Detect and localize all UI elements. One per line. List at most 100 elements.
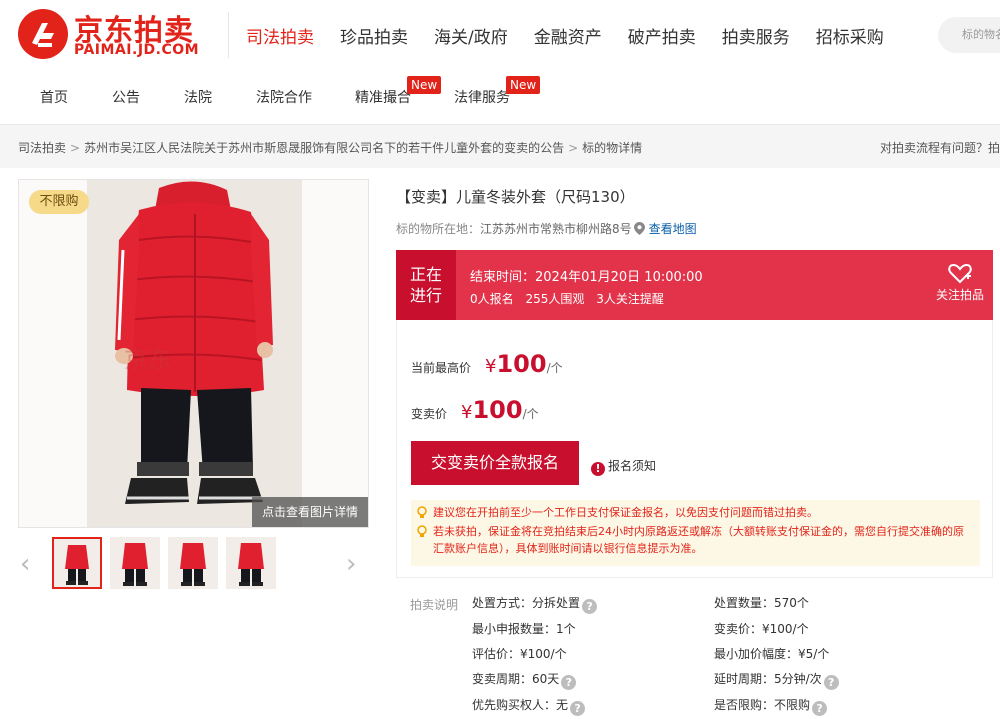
currency-symbol: ¥	[461, 402, 473, 423]
map-pin-icon	[633, 222, 645, 235]
subnav-precise-matching-label: 精准撮合	[355, 90, 411, 106]
nav-auction-service[interactable]: 拍卖服务	[722, 23, 790, 48]
auction-help-link[interactable]: 对拍卖流程有问题？拍	[880, 139, 1000, 156]
subnav-legal-service-label: 法律服务	[454, 90, 510, 106]
breadcrumb-judicial-auction[interactable]: 司法拍卖	[18, 141, 66, 155]
current-price-value: 100	[496, 350, 547, 378]
detail-text: 是否限购：不限购	[714, 698, 811, 712]
view-map-link[interactable]: 查看地图	[649, 222, 697, 236]
thumbnail-3[interactable]	[168, 537, 218, 589]
thumbnail-1[interactable]	[52, 537, 102, 589]
subnav-announcements[interactable]: 公告	[112, 87, 140, 107]
subnav-courts[interactable]: 法院	[184, 87, 212, 107]
new-badge: New	[506, 76, 541, 94]
header-divider	[228, 12, 229, 58]
detail-min-increment: 最小加价幅度：¥5/个	[714, 645, 829, 662]
subnav-precise-matching[interactable]: 精准撮合 New	[355, 76, 442, 107]
nav-judicial-auction[interactable]: 司法拍卖	[246, 23, 314, 48]
nav-tender-procurement[interactable]: 招标采购	[816, 23, 884, 48]
location-label: 标的物所在地：	[396, 222, 481, 236]
detail-text: 延时周期：5分钟/次	[714, 672, 822, 686]
top-header: 京东拍卖 PAIMAI.JD.COM 司法拍卖 珍品拍卖 海关/政府 金融资产 …	[0, 0, 1000, 70]
current-price-label: 当前最高价	[411, 361, 472, 375]
item-title: 【变卖】儿童冬装外套（尺码130）	[396, 188, 635, 206]
breadcrumb-announcement[interactable]: 苏州市吴江区人民法院关于苏州市斯恩晟服饰有限公司名下的若干件儿童外套的变卖的公告	[84, 141, 564, 155]
nav-financial-assets[interactable]: 金融资产	[534, 23, 602, 48]
breadcrumb-separator: >	[568, 141, 579, 155]
signup-notice-link[interactable]: ! 报名须知	[591, 457, 656, 476]
purchase-limit-badge: 不限购	[29, 190, 89, 214]
help-icon[interactable]: ?	[582, 599, 598, 614]
auction-details: 拍卖说明 处置方式：分拆处置? 最小申报数量：1个 评估价：¥100/个 变卖周…	[396, 592, 993, 719]
thumbnail-2[interactable]	[110, 537, 160, 589]
price-unit: /个	[522, 407, 539, 421]
detail-appraisal-price: 评估价：¥100/个	[472, 645, 567, 662]
sub-nav: 首页 公告 法院 法院合作 精准撮合 New 法律服务 New	[0, 70, 1000, 122]
jd-paimai-logo[interactable]: 京东拍卖 PAIMAI.JD.COM	[18, 9, 218, 61]
auction-status: 正在 进行	[396, 250, 456, 320]
thumbnail-prev-arrow-icon[interactable]: ‹	[20, 549, 30, 579]
detail-text: 评估价：¥100/个	[472, 647, 567, 661]
image-watermark: 京东	[124, 346, 172, 374]
detail-text: 变卖周期：60天	[472, 672, 560, 686]
tip-text: 建议您在开拍前至少一个工作日支付保证金报名，以免因支付问题而错过拍卖。	[433, 506, 818, 519]
exclamation-icon: !	[591, 462, 605, 476]
search-input[interactable]: 标的物名	[938, 17, 1000, 53]
tip-item: 若未获拍，保证金将在竞拍结束后24小时内原路返还或解冻（大额转账支付保证金的，需…	[417, 523, 972, 557]
main-product-image[interactable]: 不限购 京东 点击查看图片详情	[18, 179, 369, 528]
product-photo	[19, 180, 368, 527]
follow-label: 关注拍品	[935, 288, 984, 302]
price-unit: /个	[546, 361, 563, 375]
nav-customs-government[interactable]: 海关/政府	[434, 23, 508, 48]
logo-text-en: PAIMAI.JD.COM	[74, 42, 200, 58]
subnav-court-cooperation[interactable]: 法院合作	[256, 87, 312, 107]
help-icon[interactable]: ?	[570, 701, 586, 716]
currency-symbol: ¥	[485, 356, 497, 377]
thumbnail-4[interactable]	[226, 537, 276, 589]
detail-disposal-quantity: 处置数量：570个	[714, 594, 809, 611]
lightbulb-icon	[417, 525, 427, 537]
help-icon[interactable]: ?	[812, 701, 828, 716]
tip-item: 建议您在开拍前至少一个工作日支付保证金报名，以免因支付问题而错过拍卖。	[417, 504, 972, 521]
follow-item-button[interactable]: 关注拍品	[930, 262, 990, 303]
tip-text: 若未获拍，保证金将在竞拍结束后24小时内原路返还或解冻（大额转账支付保证金的，需…	[433, 525, 964, 555]
sale-price-row: 变卖价 ¥100/个	[411, 396, 539, 424]
detail-text: 优先购买权人：无	[472, 698, 569, 712]
thumbnail-strip: ‹ ›	[18, 537, 369, 593]
auction-status-banner: 正在 进行 结束时间：2024年01月20日 10:00:00 0人报名 255…	[396, 250, 993, 320]
sale-price-label: 变卖价	[411, 407, 448, 421]
detail-text: 最小加价幅度：¥5/个	[714, 647, 830, 661]
detail-min-quantity: 最小申报数量：1个	[472, 620, 576, 637]
detail-disposal-method: 处置方式：分拆处置?	[472, 594, 598, 614]
new-badge: New	[407, 76, 442, 94]
breadcrumb-separator: >	[70, 141, 81, 155]
price-panel: 当前最高价 ¥100/个 变卖价 ¥100/个 交变卖价全款报名 ! 报名须知 建议您…	[396, 320, 993, 578]
detail-text: 最小申报数量：1个	[472, 622, 576, 636]
detail-text: 变卖价：¥100/个	[714, 622, 809, 636]
help-icon[interactable]: ?	[561, 675, 577, 690]
tips-box: 建议您在开拍前至少一个工作日支付保证金报名，以免因支付问题而错过拍卖。 若未获拍…	[411, 500, 980, 566]
detail-text: 处置数量：570个	[714, 596, 809, 610]
nav-bankruptcy-auction[interactable]: 破产拍卖	[628, 23, 696, 48]
end-time: 结束时间：2024年01月20日 10:00:00	[470, 270, 703, 285]
location-address: 江苏苏州市常熟市柳州路8号	[480, 222, 632, 236]
breadcrumb: 司法拍卖 > 苏州市吴江区人民法院关于苏州市斯恩晟服饰有限公司名下的若干件儿童外套的…	[18, 139, 642, 156]
full-payment-signup-button[interactable]: 交变卖价全款报名	[411, 441, 579, 485]
logo-mark-icon	[18, 9, 68, 59]
detail-sale-period: 变卖周期：60天?	[472, 670, 577, 690]
view-image-detail-button[interactable]: 点击查看图片详情	[252, 497, 368, 527]
nav-treasure-auction[interactable]: 珍品拍卖	[340, 23, 408, 48]
item-location: 标的物所在地：江苏苏州市常熟市柳州路8号 查看地图	[396, 220, 697, 237]
help-icon[interactable]: ?	[823, 675, 839, 690]
status-line-2: 进行	[409, 286, 442, 305]
detail-sale-price: 变卖价：¥100/个	[714, 620, 809, 637]
subnav-home[interactable]: 首页	[40, 87, 68, 107]
heart-plus-icon	[948, 263, 972, 284]
details-section-label: 拍卖说明	[410, 598, 459, 612]
follower-count: 3人关注提醒	[596, 292, 664, 306]
status-line-1: 正在	[409, 265, 442, 284]
current-price-row: 当前最高价 ¥100/个	[411, 350, 563, 378]
subnav-legal-service[interactable]: 法律服务 New	[454, 76, 541, 107]
detail-delay-period: 延时周期：5分钟/次?	[714, 670, 839, 690]
thumbnail-next-arrow-icon[interactable]: ›	[346, 549, 356, 579]
